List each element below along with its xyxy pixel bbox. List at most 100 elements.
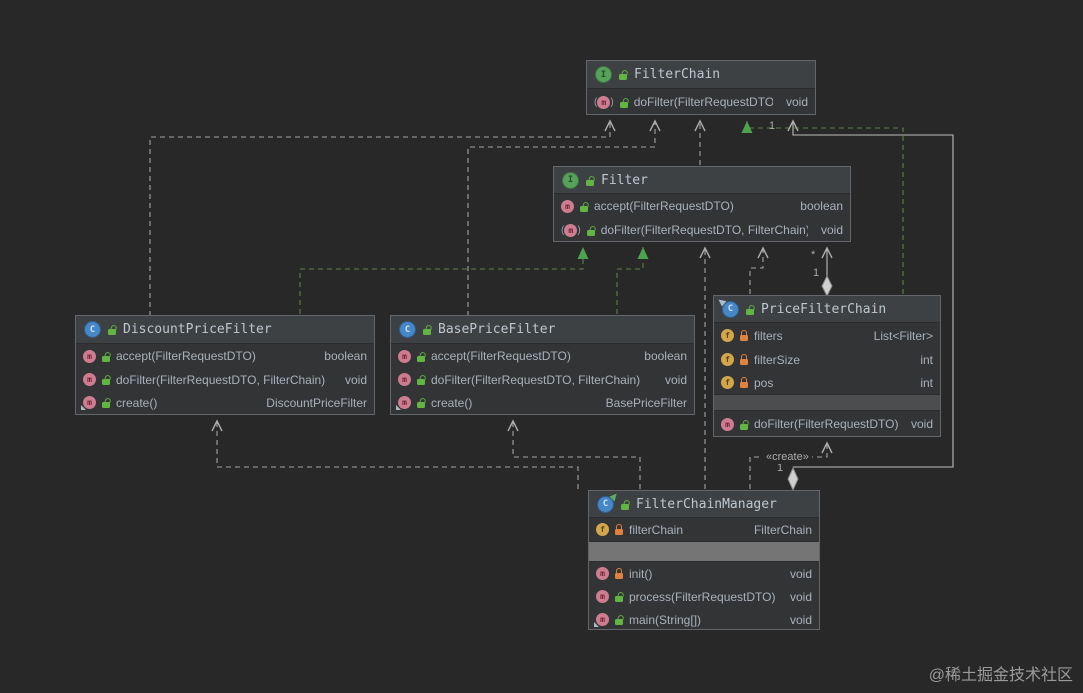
public-lock-icon — [619, 97, 629, 108]
field-icon: f — [596, 523, 609, 536]
static-method-icon: m — [83, 396, 96, 409]
edge-filterchainmanager-create-pricefilterchain-dependency[interactable] — [749, 441, 833, 489]
member-row[interactable]: m init() void — [589, 562, 819, 585]
static-method-icon: m — [596, 613, 609, 626]
class-node-filter[interactable]: I Filter m accept(FilterRequestDTO) bool… — [553, 166, 851, 242]
runnable-class-icon: C — [597, 491, 620, 513]
public-lock-icon — [422, 324, 432, 335]
class-title: BasePriceFilter — [438, 322, 556, 337]
public-lock-icon — [101, 351, 111, 362]
field-row[interactable]: f filters List<Filter> — [714, 323, 940, 348]
public-lock-icon — [618, 69, 628, 80]
member-row[interactable]: m accept(FilterRequestDTO) boolean — [554, 194, 850, 218]
edge-discountpricefilter-implements-filter[interactable] — [299, 247, 589, 314]
private-lock-icon — [614, 568, 624, 579]
abstract-method-icon: (m) — [561, 223, 581, 237]
edge-filterchainmanager-to-basepricefilter-dependency[interactable] — [507, 419, 641, 489]
class-title: FilterChainManager — [636, 496, 777, 512]
public-lock-icon — [416, 374, 426, 385]
class-node-basepricefilter[interactable]: C BasePriceFilter m accept(FilterRequest… — [390, 315, 695, 415]
field-row[interactable]: f filterChain FilterChain — [589, 518, 819, 541]
run-arrow-overlay-icon — [609, 491, 620, 501]
field-icon: f — [721, 376, 734, 389]
static-method-icon: m — [398, 396, 411, 409]
field-icon: f — [721, 329, 734, 342]
class-title: Filter — [601, 172, 648, 188]
method-icon: m — [596, 590, 609, 603]
class-header[interactable]: C FilterChainManager — [589, 491, 819, 518]
member-row[interactable]: m create() BasePriceFilter — [391, 391, 694, 414]
edge-filterchainmanager-to-discountpricefilter-dependency[interactable] — [211, 419, 579, 489]
private-lock-icon — [739, 354, 749, 365]
public-lock-icon — [416, 351, 426, 362]
class-header[interactable]: I FilterChain — [587, 61, 815, 89]
class-icon: C — [716, 296, 739, 318]
edge-discountpricefilter-to-filterchain-dependency[interactable] — [149, 119, 616, 316]
method-icon: m — [596, 567, 609, 580]
member-row[interactable]: m accept(FilterRequestDTO) boolean — [76, 344, 374, 368]
interface-icon: I — [562, 171, 579, 189]
member-row[interactable]: m main(String[]) void — [589, 608, 819, 631]
method-icon: m — [721, 417, 734, 431]
arrow-overlay-icon — [716, 296, 727, 306]
uml-diagram-canvas: I FilterChain (m) doFilter(FilterRequest… — [0, 0, 1083, 693]
private-lock-icon — [739, 330, 749, 341]
class-node-discountpricefilter[interactable]: C DiscountPriceFilter m accept(FilterReq… — [75, 315, 375, 415]
edge-basepricefilter-implements-filter[interactable] — [616, 247, 649, 314]
class-title: FilterChain — [634, 67, 721, 82]
member-row[interactable]: m process(FilterRequestDTO) void — [589, 585, 819, 608]
public-lock-icon — [101, 397, 111, 408]
public-lock-icon — [620, 499, 630, 510]
member-row[interactable]: m doFilter(FilterRequestDTO, FilterChain… — [76, 368, 374, 391]
member-row[interactable]: m accept(FilterRequestDTO) boolean — [391, 344, 694, 368]
class-node-pricefilterchain[interactable]: C PriceFilterChain f filters List<Filter… — [713, 295, 941, 437]
class-node-filterchainmanager[interactable]: C FilterChainManager f filterChain Filte… — [588, 490, 820, 630]
multiplicity-label: * — [811, 249, 816, 261]
member-row[interactable]: (m) doFilter(FilterRequestDTO) void — [587, 89, 815, 115]
aggregation-diamond-filterchainmanager — [787, 466, 799, 492]
public-lock-icon — [614, 591, 624, 602]
method-icon: m — [398, 373, 411, 386]
class-header[interactable]: C PriceFilterChain — [714, 296, 940, 323]
class-title: PriceFilterChain — [761, 301, 887, 317]
class-header[interactable]: C DiscountPriceFilter — [76, 316, 374, 344]
field-row[interactable]: f pos int — [714, 371, 940, 394]
edge-pricefilterchain-to-filter-dependency[interactable] — [749, 246, 769, 294]
section-separator — [714, 394, 940, 411]
method-icon: m — [561, 199, 574, 213]
class-icon: C — [399, 321, 416, 338]
private-lock-icon — [614, 524, 624, 535]
class-icon: C — [84, 321, 101, 338]
watermark-text: @稀土掘金技术社区 — [928, 667, 1073, 684]
member-row[interactable]: m create() DiscountPriceFilter — [76, 391, 374, 414]
section-separator — [589, 541, 819, 562]
multiplicity-label: 1 — [813, 267, 820, 279]
public-lock-icon — [579, 201, 589, 212]
class-header[interactable]: C BasePriceFilter — [391, 316, 694, 344]
public-lock-icon — [101, 374, 111, 385]
private-lock-icon — [739, 377, 749, 388]
abstract-method-icon: (m) — [594, 95, 614, 109]
multiplicity-label: 1 — [769, 120, 776, 132]
public-lock-icon — [416, 397, 426, 408]
public-lock-icon — [739, 419, 749, 430]
create-stereotype-label: «create» — [763, 451, 812, 464]
method-icon: m — [398, 349, 411, 363]
class-title: DiscountPriceFilter — [123, 322, 272, 337]
member-row[interactable]: m doFilter(FilterRequestDTO) void — [714, 411, 940, 437]
class-header[interactable]: I Filter — [554, 167, 850, 194]
public-lock-icon — [586, 225, 596, 236]
interface-icon: I — [595, 66, 612, 83]
class-node-filterchain[interactable]: I FilterChain (m) doFilter(FilterRequest… — [586, 60, 816, 115]
public-lock-icon — [107, 324, 117, 335]
public-lock-icon — [614, 614, 624, 625]
public-lock-icon — [745, 304, 755, 315]
method-icon: m — [83, 373, 96, 386]
method-icon: m — [83, 349, 96, 363]
member-row[interactable]: (m) doFilter(FilterRequestDTO, FilterCha… — [554, 218, 850, 242]
member-row[interactable]: m doFilter(FilterRequestDTO, FilterChain… — [391, 368, 694, 391]
field-icon: f — [721, 353, 734, 366]
field-row[interactable]: f filterSize int — [714, 348, 940, 371]
public-lock-icon — [585, 175, 595, 186]
aggregation-diamond-pricefilterchain — [821, 274, 833, 298]
